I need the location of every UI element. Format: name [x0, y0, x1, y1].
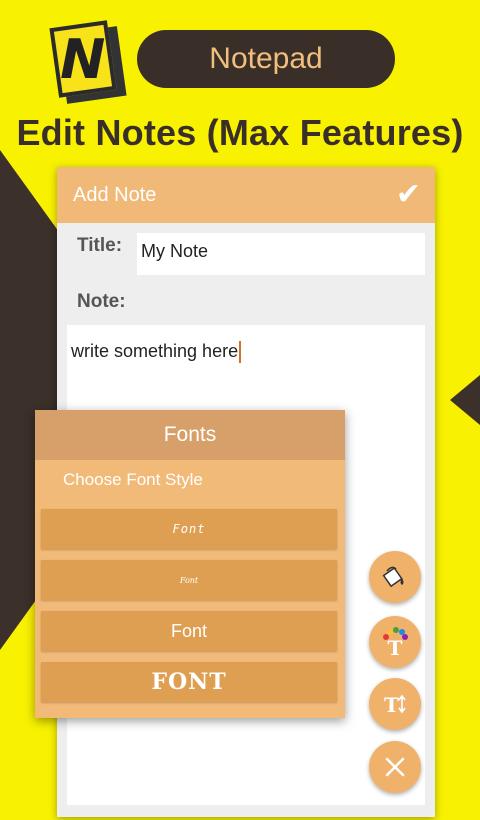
font-option-1[interactable]: Font — [41, 509, 337, 549]
note-label: Note: — [77, 291, 126, 312]
background-triangle-right — [450, 375, 480, 425]
note-text: write something here — [71, 341, 239, 361]
paint-bucket-button[interactable] — [369, 551, 421, 603]
text-color-button[interactable]: T — [369, 616, 421, 668]
close-icon — [385, 757, 405, 777]
app-name-pill: Notepad — [137, 30, 395, 88]
logo-letter: N — [60, 27, 106, 91]
svg-text:T: T — [388, 636, 403, 658]
promo-headline: Edit Notes (Max Features) — [16, 112, 464, 153]
paint-bucket-icon — [382, 566, 404, 588]
fonts-dialog-subtitle: Choose Font Style — [63, 470, 203, 489]
logo-tile: N — [49, 20, 117, 98]
title-label: Title: — [77, 235, 123, 256]
font-option-2[interactable]: Font — [41, 560, 337, 600]
font-option-4[interactable]: FONT — [41, 662, 337, 702]
close-button[interactable] — [369, 741, 421, 793]
app-bar: Add Note ✔ — [57, 167, 435, 223]
text-size-button[interactable]: T — [369, 678, 421, 730]
save-check-icon[interactable]: ✔ — [396, 180, 421, 210]
svg-text:T: T — [384, 693, 399, 717]
font-option-3[interactable]: Font — [41, 611, 337, 651]
app-bar-title: Add Note — [73, 183, 157, 206]
title-input[interactable]: My Note — [137, 233, 425, 275]
fonts-dialog-title: Fonts — [35, 410, 345, 460]
title-row: Title: — [77, 235, 130, 257]
app-logo: N — [49, 20, 127, 104]
note-text-line: write something here — [71, 341, 242, 364]
text-size-icon: T — [384, 693, 406, 717]
text-caret — [239, 341, 242, 364]
fonts-dialog: Fonts Choose Font Style Font Font Font F… — [35, 410, 345, 718]
app-name: Notepad — [209, 42, 323, 75]
text-color-icon: T — [383, 627, 408, 658]
